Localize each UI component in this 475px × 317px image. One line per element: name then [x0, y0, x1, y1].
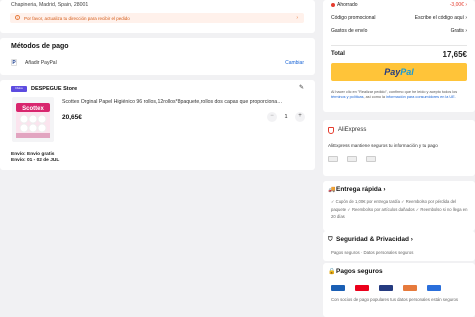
shipping-value: Gratis ›: [450, 28, 467, 34]
payment-method-label: Añadir PayPal: [25, 60, 57, 66]
safe-payments-card: 🔒Pagos seguros Con socios de pago popula…: [323, 263, 475, 317]
product-image[interactable]: Scottex: [12, 97, 54, 142]
amex-icon: [427, 285, 441, 291]
divider: [331, 45, 467, 46]
fast-delivery-text: ✓ Cupón de 1,00€ por entrega tardía ✓ Re…: [331, 199, 468, 219]
paypal-checkout-button[interactable]: PayPal: [331, 63, 467, 81]
change-payment-link[interactable]: Cambiar: [285, 60, 304, 66]
address-warning-text: Por favor, actualiza tu dirección para r…: [24, 15, 130, 21]
security-card: ⛉ Seguridad & Privacidad › Pagos seguros …: [323, 231, 475, 261]
warning-icon: !: [15, 15, 20, 20]
fast-delivery-header[interactable]: 🚚Entrega rápida ›: [328, 186, 386, 193]
shipping-label: Gastos de envío: [331, 28, 368, 34]
safe-payments-title: Pagos seguros: [336, 268, 383, 275]
fast-delivery-card: 🚚Entrega rápida › ✓ Cupón de 1,00€ por e…: [323, 181, 475, 231]
edit-icon[interactable]: ✎: [299, 84, 304, 91]
total-label: Total: [331, 51, 345, 57]
shipping-row: Gastos de envío Gratis ›: [331, 28, 467, 35]
truck-icon: 🚚: [328, 187, 336, 193]
product-price: 20,65€: [62, 114, 82, 121]
trust-badge-icon: [366, 156, 376, 162]
promo-input[interactable]: Escribe el código aquí ›: [415, 15, 467, 21]
address-line: Chapineria, Madrid, Spain, 28001: [11, 2, 89, 8]
trust-badge-icon: [328, 156, 338, 162]
discount-icon: [331, 2, 335, 7]
choice-badge: Choice: [11, 86, 27, 92]
promo-label: Código promocional: [331, 15, 376, 21]
order-summary-card: Ahorrado -3,00€ › Código promocional Esc…: [323, 0, 475, 112]
trust-badges: [328, 156, 385, 164]
payment-methods-title: Métodos de pago: [11, 43, 69, 50]
paypal-icon: P: [11, 59, 17, 66]
eu-info-link[interactable]: información para consumidores en la UE.: [386, 95, 456, 99]
shield-check-icon: ⛉: [328, 237, 333, 243]
shield-icon: [328, 127, 334, 134]
quantity-value: 1: [284, 113, 288, 120]
discount-row: Ahorrado -3,00€ ›: [331, 2, 467, 9]
safe-payments-text: Con socios de pago populares tus datos p…: [331, 297, 459, 302]
visa-icon: [331, 285, 345, 291]
card-icon: [403, 285, 417, 291]
terms-link[interactable]: términos y políticas: [331, 95, 364, 99]
quantity-stepper: − 1 +: [267, 112, 305, 122]
aliexpress-title: AliExpress: [338, 127, 367, 133]
address-card: Chapineria, Madrid, Spain, 28001 ! Por f…: [0, 0, 315, 33]
shipping-info: Envío: Envío gratis Envío: 01 - 02 de JU…: [11, 152, 59, 164]
security-subtitle: Pagos seguros · Datos personales seguros: [331, 250, 414, 255]
total-row: Total 17,65€: [331, 50, 467, 59]
payment-logos: [331, 285, 451, 293]
promo-row[interactable]: Código promocional Escribe el código aqu…: [331, 15, 467, 22]
discount-label: Ahorrado: [331, 2, 358, 8]
product-brand-logo: Scottex: [22, 106, 44, 112]
product-title[interactable]: Scottex Orginal Papel Higiénico 96 rollo…: [62, 99, 305, 105]
paypal-logo-icon: [379, 285, 393, 291]
aliexpress-trust-card: AliExpress AliExpress mantiene seguros t…: [323, 120, 475, 176]
decrease-quantity-button[interactable]: −: [267, 112, 277, 122]
address-warning-bar[interactable]: ! Por favor, actualiza tu dirección para…: [10, 13, 304, 23]
payment-methods-card: Métodos de pago P Añadir PayPal Cambiar: [0, 38, 315, 75]
increase-quantity-button[interactable]: +: [295, 112, 305, 122]
total-value: 17,65€: [442, 50, 467, 59]
mastercard-icon: [355, 285, 369, 291]
discount-value: -3,00€ ›: [449, 2, 467, 8]
trust-badge-icon: [347, 156, 357, 162]
lock-icon: 🔒: [328, 269, 336, 275]
legal-text: Al hacer clic en "Realizar pedido", conf…: [331, 90, 458, 99]
store-name[interactable]: DESPEGUE Store: [31, 86, 77, 92]
store-card: Choice DESPEGUE Store ✎ Scottex Scottex …: [0, 80, 315, 170]
aliexpress-description: AliExpress mantiene seguros tu informaci…: [328, 143, 438, 148]
security-title: Seguridad & Privacidad: [336, 236, 409, 243]
fast-delivery-title: Entrega rápida: [336, 186, 382, 193]
shipping-date: Envío: 01 - 02 de JUL: [11, 158, 60, 163]
chevron-right-icon: ›: [296, 14, 298, 21]
security-header[interactable]: ⛉ Seguridad & Privacidad ›: [328, 236, 413, 244]
safe-payments-header: 🔒Pagos seguros: [328, 268, 383, 275]
